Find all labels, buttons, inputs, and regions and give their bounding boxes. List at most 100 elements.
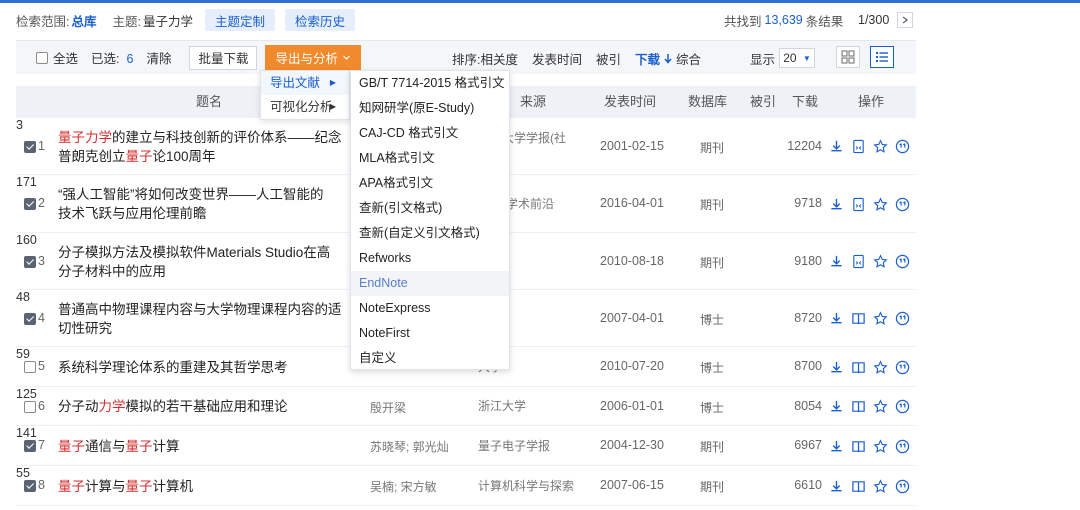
search-history-button[interactable]: 检索历史 [285, 9, 356, 31]
row-checkbox[interactable] [24, 312, 36, 325]
export-analysis-button[interactable]: 导出与分析 [265, 44, 361, 71]
download-button[interactable] [828, 139, 844, 155]
sort-relevance[interactable]: 相关度 [480, 49, 518, 68]
row-checkbox[interactable] [24, 400, 36, 413]
checkbox-box[interactable] [36, 51, 48, 64]
row-cited[interactable]: 55 [16, 466, 30, 480]
row-cited[interactable]: 48 [16, 290, 30, 304]
export-format-item[interactable]: 查新(自定义引文格式) [351, 221, 509, 246]
cite-button[interactable] [894, 399, 910, 415]
row-title-link[interactable]: 普通高中物理课程内容与大学物理课程内容的适 切性研究 [58, 300, 354, 338]
row-cited[interactable]: 171 [16, 175, 37, 189]
row-cited[interactable]: 141 [16, 426, 37, 440]
row-title-link[interactable]: 系统科学理论体系的重建及其哲学思考 [58, 358, 354, 377]
cite-button[interactable] [894, 254, 910, 270]
row-download-count: 9180 [794, 253, 822, 268]
cite-button[interactable] [894, 311, 910, 327]
sort-date[interactable]: 发表时间 [532, 49, 582, 68]
page-size-select[interactable]: 20 ▼ [779, 48, 816, 68]
favorite-button[interactable] [872, 399, 888, 415]
title-text: 普通高中物理课程内容与大学物理课程内容的适 [58, 301, 342, 317]
scope-value[interactable]: 总库 [71, 11, 96, 30]
download-button[interactable] [828, 254, 844, 270]
download-button[interactable] [828, 478, 844, 494]
download-button[interactable] [828, 311, 844, 327]
row-title-link[interactable]: 分子模拟方法及模拟软件Materials Studio在高 分子材料中的应用 [58, 243, 354, 281]
export-format-item[interactable]: GB/T 7714-2015 格式引文 [351, 71, 509, 96]
export-format-item[interactable]: 查新(引文格式) [351, 196, 509, 221]
row-cited[interactable]: 3 [16, 118, 23, 132]
export-format-item[interactable]: NoteExpress [351, 296, 509, 321]
menu-export-literature[interactable]: 导出文献 ▶ [261, 71, 349, 95]
export-format-item[interactable]: EndNote [351, 271, 509, 296]
favorite-button[interactable] [872, 478, 888, 494]
export-format-item[interactable]: Refworks [351, 246, 509, 271]
row-source[interactable]: 量子电子学报 [478, 438, 602, 455]
favorite-button[interactable] [872, 438, 888, 454]
cite-button[interactable] [894, 359, 910, 375]
favorite-button[interactable] [872, 196, 888, 212]
row-checkbox[interactable] [24, 198, 36, 210]
row-checkbox[interactable] [24, 255, 36, 268]
export-format-item[interactable]: NoteFirst [351, 321, 509, 346]
col-cited[interactable]: 被引 [750, 86, 776, 118]
row-cited[interactable]: 125 [16, 387, 37, 401]
read-online-button[interactable] [850, 311, 866, 327]
favorite-button[interactable] [872, 254, 888, 270]
favorite-button[interactable] [872, 311, 888, 327]
row-title-link[interactable]: 量子力学的建立与科技创新的评价体系——纪念 普朗克创立量子论100周年 [58, 128, 354, 166]
row-checkbox[interactable] [24, 480, 36, 492]
batch-download-button[interactable]: 批量下载 [189, 45, 258, 70]
clear-selection-button[interactable]: 清除 [146, 48, 171, 67]
export-format-item[interactable]: MLA格式引文 [351, 146, 509, 171]
read-online-button[interactable] [850, 139, 866, 155]
download-button[interactable] [828, 196, 844, 212]
row-checkbox[interactable] [24, 361, 36, 373]
cite-button[interactable] [894, 196, 910, 212]
menu-visual-analysis[interactable]: 可视化分析 ▶ [261, 95, 349, 119]
sort-cited[interactable]: 被引 [596, 49, 621, 68]
row-title-link[interactable]: 量子计算与量子计算机 [58, 477, 354, 496]
title-text: 技术飞跃与应用伦理前瞻 [58, 206, 207, 221]
row-title-link[interactable]: 量子通信与量子计算 [58, 437, 354, 456]
row-title-link[interactable]: “强人工智能”将如何改变世界——人工智能的 技术飞跃与应用伦理前瞻 [58, 185, 354, 223]
download-button[interactable] [828, 438, 844, 454]
row-cited[interactable]: 160 [16, 233, 37, 247]
favorite-button[interactable] [872, 359, 888, 375]
subject-customize-button[interactable]: 主题定制 [205, 9, 276, 31]
row-author[interactable]: 吴楠; 宋方敏 [370, 478, 437, 495]
download-button[interactable] [828, 399, 844, 415]
row-author[interactable]: 苏晓琴; 郭光灿 [370, 438, 449, 455]
row-cited[interactable]: 59 [16, 347, 30, 361]
select-all-checkbox[interactable]: 全选 [36, 48, 78, 67]
export-format-item[interactable]: CAJ-CD 格式引文 [351, 121, 509, 146]
list-view-button[interactable] [870, 46, 894, 68]
export-format-item[interactable]: 知网研学(原E-Study) [351, 96, 509, 121]
export-format-item[interactable]: APA格式引文 [351, 171, 509, 196]
read-online-button[interactable] [850, 254, 866, 270]
col-date[interactable]: 发表时间 [604, 86, 656, 118]
row-checkbox[interactable] [24, 140, 36, 153]
row-author[interactable]: 殷开梁 [370, 399, 406, 416]
cite-button[interactable] [894, 478, 910, 494]
html-read-icon [852, 197, 864, 211]
cite-button[interactable] [894, 438, 910, 454]
col-download[interactable]: 下载 [792, 86, 818, 118]
grid-view-button[interactable] [836, 46, 860, 68]
export-format-item[interactable]: 自定义 [351, 346, 509, 371]
row-checkbox[interactable] [24, 440, 36, 452]
read-online-button[interactable] [850, 359, 866, 375]
read-online-button[interactable] [850, 196, 866, 212]
row-title-link[interactable]: 分子动力学模拟的若干基础应用和理论 [58, 397, 354, 416]
row-source[interactable]: 浙江大学 [478, 398, 602, 415]
download-button[interactable] [828, 359, 844, 375]
read-online-button[interactable] [850, 438, 866, 454]
read-online-button[interactable] [850, 478, 866, 494]
sort-overall[interactable]: 综合 [676, 49, 701, 68]
cite-button[interactable] [894, 139, 910, 155]
favorite-button[interactable] [872, 139, 888, 155]
row-source[interactable]: 计算机科学与探索 [478, 478, 602, 495]
next-page-button[interactable] [897, 12, 914, 28]
read-online-button[interactable] [850, 399, 866, 415]
sort-download[interactable]: 下载 [635, 49, 660, 68]
